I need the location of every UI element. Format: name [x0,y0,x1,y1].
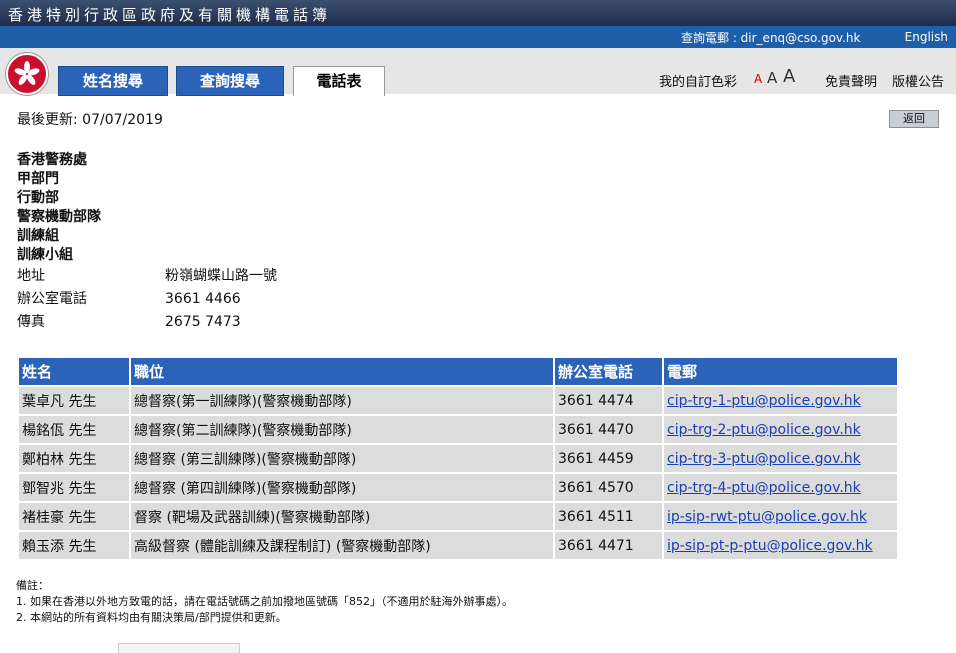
table-row: 鄭柏林 先生 總督察 (第三訓練隊)(警察機動部隊) 3661 4459 cip… [19,445,897,472]
font-size-large-button[interactable]: A [783,66,795,87]
tab-phone-list[interactable]: 電話表 [293,66,385,96]
table-row: 楊銘佤 先生 總督察(第二訓練隊)(警察機動部隊) 3661 4470 cip-… [19,416,897,443]
site-title: 香港特別行政區政府及有關機構電話簿 [8,6,332,24]
staff-name: 鄭柏林 先生 [19,445,129,472]
notes-heading: 備註： [16,579,49,592]
staff-name: 鄧智兆 先生 [19,474,129,501]
staff-phone: 3661 4570 [555,474,662,501]
office-phone-value: 3661 4466 [165,291,241,307]
staff-phone: 3661 4471 [555,532,662,559]
staff-email-link[interactable]: cip-trg-3-ptu@police.gov.hk [667,451,861,467]
staff-email-link[interactable]: cip-trg-2-ptu@police.gov.hk [667,422,861,438]
staff-name: 葉卓凡 先生 [19,387,129,414]
staff-phone: 3661 4511 [555,503,662,530]
top-title-bar: 香港特別行政區政府及有關機構電話簿 [0,0,956,26]
staff-position: 督察 (靶場及武器訓練)(警察機動部隊) [131,503,553,530]
copyright-link[interactable]: 版權公告 [892,71,944,90]
tab-enquiry-search[interactable]: 查詢搜尋 [176,66,284,96]
font-size-medium-button[interactable]: A [767,69,777,87]
fax-value: 2675 7473 [165,314,241,330]
staff-email-link[interactable]: cip-trg-1-ptu@police.gov.hk [667,393,861,409]
staff-position: 高級督察 (體能訓練及課程制訂) (警察機動部隊) [131,532,553,559]
font-size-small-button[interactable]: A [754,72,762,86]
staff-position: 總督察(第二訓練隊)(警察機動部隊) [131,416,553,443]
column-header-email: 電郵 [664,358,897,385]
office-phone-label: 辦公室電話 [17,291,87,307]
hierarchy-item: 訓練小組 [17,247,73,263]
table-row: 賴玉添 先生 高級督察 (體能訓練及課程制訂) (警察機動部隊) 3661 44… [19,532,897,559]
staff-phone: 3661 4459 [555,445,662,472]
note-item: 2. 本網站的所有資料均由有關決策局/部門提供和更新。 [16,611,287,624]
back-button[interactable]: 返回 [889,110,939,128]
table-row: 褚桂豪 先生 督察 (靶場及武器訓練)(警察機動部隊) 3661 4511 ip… [19,503,897,530]
hierarchy-item: 香港警務處 [17,152,87,168]
disclaimer-link[interactable]: 免責聲明 [825,71,877,90]
contact-info: 地址 粉嶺蝴蝶山路一號 辦公室電話 3661 4466 傳真 2675 7473 [17,265,417,334]
staff-name: 褚桂豪 先生 [19,503,129,530]
language-switch-link[interactable]: English [905,30,948,44]
sub-header-bar: 查詢電郵 : dir_enq@cso.gov.hk English [0,26,956,48]
staff-name: 賴玉添 先生 [19,532,129,559]
column-header-position: 職位 [131,358,553,385]
enquiry-email-link[interactable]: 查詢電郵 : dir_enq@cso.gov.hk [681,29,860,46]
table-row: 鄧智兆 先生 總督察 (第四訓練隊)(警察機動部隊) 3661 4570 cip… [19,474,897,501]
hksar-emblem-icon [6,53,48,95]
staff-email-link[interactable]: ip-sip-rwt-ptu@police.gov.hk [667,509,867,525]
staff-name: 楊銘佤 先生 [19,416,129,443]
note-item: 1. 如果在香港以外地方致電的話，請在電話號碼之前加撥地區號碼「852」（不適用… [16,595,513,608]
table-header-row: 姓名 職位 辦公室電話 電郵 [19,358,897,385]
staff-email-link[interactable]: cip-trg-4-ptu@police.gov.hk [667,480,861,496]
staff-phone: 3661 4470 [555,416,662,443]
staff-position: 總督察(第一訓練隊)(警察機動部隊) [131,387,553,414]
department-hierarchy: 香港警務處 甲部門 行動部 警察機動部隊 訓練組 訓練小組 [17,151,101,265]
tab-name-search[interactable]: 姓名搜尋 [58,66,168,96]
staff-email-link[interactable]: ip-sip-pt-p-ptu@police.gov.hk [667,538,873,554]
address-value: 粉嶺蝴蝶山路一號 [165,268,277,284]
hierarchy-item: 甲部門 [17,171,59,187]
hierarchy-item: 警察機動部隊 [17,209,101,225]
staff-position: 總督察 (第三訓練隊)(警察機動部隊) [131,445,553,472]
staff-phone: 3661 4474 [555,387,662,414]
address-row: 地址 粉嶺蝴蝶山路一號 [17,265,417,288]
column-header-phone: 辦公室電話 [555,358,662,385]
fax-label: 傳真 [17,314,45,330]
staff-position: 總督察 (第四訓練隊)(警察機動部隊) [131,474,553,501]
hierarchy-item: 行動部 [17,190,59,206]
column-header-name: 姓名 [19,358,129,385]
table-row: 葉卓凡 先生 總督察(第一訓練隊)(警察機動部隊) 3661 4474 cip-… [19,387,897,414]
last-updated-text: 最後更新: 07/07/2019 [17,112,163,128]
hierarchy-item: 訓練組 [17,228,59,244]
fax-row: 傳真 2675 7473 [17,311,417,334]
custom-color-link[interactable]: 我的自訂色彩 [659,71,737,90]
notes-section: 備註： 1. 如果在香港以外地方致電的話，請在電話號碼之前加撥地區號碼「852」… [16,578,513,626]
address-label: 地址 [17,268,45,284]
navigation-area: 姓名搜尋 查詢搜尋 電話表 我的自訂色彩 A A A 免責聲明 版權公告 [0,48,956,96]
staff-table: 姓名 職位 辦公室電話 電郵 葉卓凡 先生 總督察(第一訓練隊)(警察機動部隊)… [17,356,899,561]
office-phone-row: 辦公室電話 3661 4466 [17,288,417,311]
